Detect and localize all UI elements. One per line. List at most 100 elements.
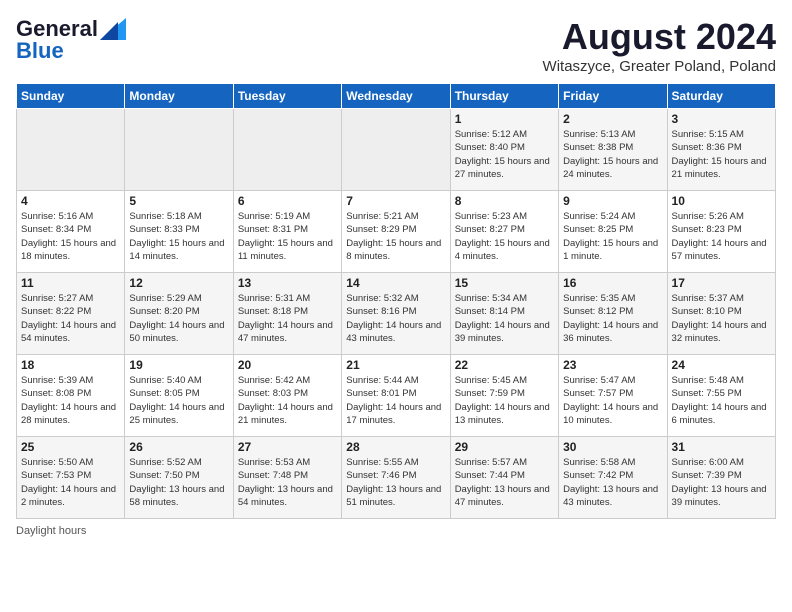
day-number: 2 [563, 112, 662, 126]
col-header-friday: Friday [559, 84, 667, 109]
day-number: 6 [238, 194, 337, 208]
day-info: Sunrise: 5:13 AM Sunset: 8:38 PM Dayligh… [563, 128, 662, 181]
calendar-cell: 16 Sunrise: 5:35 AM Sunset: 8:12 PM Dayli… [559, 273, 667, 355]
day-number: 10 [672, 194, 771, 208]
day-number: 14 [346, 276, 445, 290]
day-info: Sunrise: 5:23 AM Sunset: 8:27 PM Dayligh… [455, 210, 554, 263]
col-header-monday: Monday [125, 84, 233, 109]
day-number: 12 [129, 276, 228, 290]
logo: General Blue [16, 16, 126, 64]
day-info: Sunrise: 5:18 AM Sunset: 8:33 PM Dayligh… [129, 210, 228, 263]
calendar-cell: 21Sunrise: 5:44 AM Sunset: 8:01 PM Dayli… [342, 355, 450, 437]
footer-note: Daylight hours [16, 525, 776, 537]
logo-blue-text: Blue [16, 38, 64, 64]
day-number: 23 [563, 358, 662, 372]
day-info: Sunrise: 5:58 AM Sunset: 7:42 PM Dayligh… [563, 456, 662, 509]
calendar-cell: 19 Sunrise: 5:40 AM Sunset: 8:05 PM Dayli… [125, 355, 233, 437]
month-title: August 2024 [543, 16, 776, 58]
calendar-cell [233, 109, 341, 191]
calendar-week-2: 4 Sunrise: 5:16 AM Sunset: 8:34 PM Daylig… [17, 191, 776, 273]
calendar-cell [125, 109, 233, 191]
col-header-sunday: Sunday [17, 84, 125, 109]
day-info: Sunrise: 5:29 AM Sunset: 8:20 PM Dayligh… [129, 292, 228, 345]
day-info: Sunrise: 5:37 AM Sunset: 8:10 PM Dayligh… [672, 292, 771, 345]
day-number: 17 [672, 276, 771, 290]
day-info: Sunrise: 5:16 AM Sunset: 8:34 PM Dayligh… [21, 210, 120, 263]
calendar-cell: 3 Sunrise: 5:15 AM Sunset: 8:36 PM Daylig… [667, 109, 775, 191]
day-info: Sunrise: 5:32 AM Sunset: 8:16 PM Dayligh… [346, 292, 445, 345]
calendar-week-3: 11Sunrise: 5:27 AM Sunset: 8:22 PM Dayli… [17, 273, 776, 355]
day-number: 21 [346, 358, 445, 372]
day-number: 31 [672, 440, 771, 454]
day-number: 16 [563, 276, 662, 290]
day-number: 15 [455, 276, 554, 290]
day-number: 18 [21, 358, 120, 372]
day-info: Sunrise: 5:35 AM Sunset: 8:12 PM Dayligh… [563, 292, 662, 345]
day-info: Sunrise: 5:34 AM Sunset: 8:14 PM Dayligh… [455, 292, 554, 345]
day-info: Sunrise: 5:45 AM Sunset: 7:59 PM Dayligh… [455, 374, 554, 427]
day-number: 9 [563, 194, 662, 208]
day-info: Sunrise: 5:19 AM Sunset: 8:31 PM Dayligh… [238, 210, 337, 263]
calendar-cell: 25 Sunrise: 5:50 AM Sunset: 7:53 PM Dayli… [17, 437, 125, 519]
day-number: 22 [455, 358, 554, 372]
calendar-cell: 6 Sunrise: 5:19 AM Sunset: 8:31 PM Daylig… [233, 191, 341, 273]
col-header-wednesday: Wednesday [342, 84, 450, 109]
calendar-cell: 4 Sunrise: 5:16 AM Sunset: 8:34 PM Daylig… [17, 191, 125, 273]
day-info: Sunrise: 5:53 AM Sunset: 7:48 PM Dayligh… [238, 456, 337, 509]
day-info: Sunrise: 5:15 AM Sunset: 8:36 PM Dayligh… [672, 128, 771, 181]
day-info: Sunrise: 6:00 AM Sunset: 7:39 PM Dayligh… [672, 456, 771, 509]
calendar-cell: 14 Sunrise: 5:32 AM Sunset: 8:16 PM Dayli… [342, 273, 450, 355]
calendar-cell [342, 109, 450, 191]
day-number: 20 [238, 358, 337, 372]
calendar-cell: 5Sunrise: 5:18 AM Sunset: 8:33 PM Daylig… [125, 191, 233, 273]
day-number: 7 [346, 194, 445, 208]
day-number: 8 [455, 194, 554, 208]
day-number: 29 [455, 440, 554, 454]
day-number: 24 [672, 358, 771, 372]
calendar-cell: 20 Sunrise: 5:42 AM Sunset: 8:03 PM Dayli… [233, 355, 341, 437]
calendar-cell: 17 Sunrise: 5:37 AM Sunset: 8:10 PM Dayli… [667, 273, 775, 355]
calendar-table: SundayMondayTuesdayWednesdayThursdayFrid… [16, 83, 776, 519]
calendar-cell: 7Sunrise: 5:21 AM Sunset: 8:29 PM Daylig… [342, 191, 450, 273]
day-info: Sunrise: 5:48 AM Sunset: 7:55 PM Dayligh… [672, 374, 771, 427]
day-number: 1 [455, 112, 554, 126]
col-header-tuesday: Tuesday [233, 84, 341, 109]
day-number: 28 [346, 440, 445, 454]
day-number: 11 [21, 276, 120, 290]
day-info: Sunrise: 5:50 AM Sunset: 7:53 PM Dayligh… [21, 456, 120, 509]
logo-icon [100, 18, 126, 40]
calendar-week-5: 25 Sunrise: 5:50 AM Sunset: 7:53 PM Dayli… [17, 437, 776, 519]
day-info: Sunrise: 5:57 AM Sunset: 7:44 PM Dayligh… [455, 456, 554, 509]
calendar-cell [17, 109, 125, 191]
day-number: 25 [21, 440, 120, 454]
calendar-cell: 29 Sunrise: 5:57 AM Sunset: 7:44 PM Dayli… [450, 437, 558, 519]
calendar-cell: 8 Sunrise: 5:23 AM Sunset: 8:27 PM Daylig… [450, 191, 558, 273]
header-row: SundayMondayTuesdayWednesdayThursdayFrid… [17, 84, 776, 109]
day-number: 4 [21, 194, 120, 208]
day-info: Sunrise: 5:40 AM Sunset: 8:05 PM Dayligh… [129, 374, 228, 427]
col-header-thursday: Thursday [450, 84, 558, 109]
day-info: Sunrise: 5:55 AM Sunset: 7:46 PM Dayligh… [346, 456, 445, 509]
day-info: Sunrise: 5:42 AM Sunset: 8:03 PM Dayligh… [238, 374, 337, 427]
day-number: 27 [238, 440, 337, 454]
calendar-cell: 30 Sunrise: 5:58 AM Sunset: 7:42 PM Dayli… [559, 437, 667, 519]
calendar-cell: 15 Sunrise: 5:34 AM Sunset: 8:14 PM Dayli… [450, 273, 558, 355]
page-header: General Blue August 2024 Witaszyce, Grea… [16, 16, 776, 75]
day-info: Sunrise: 5:26 AM Sunset: 8:23 PM Dayligh… [672, 210, 771, 263]
calendar-cell: 1 Sunrise: 5:12 AM Sunset: 8:40 PM Daylig… [450, 109, 558, 191]
day-number: 30 [563, 440, 662, 454]
calendar-cell: 28 Sunrise: 5:55 AM Sunset: 7:46 PM Dayli… [342, 437, 450, 519]
calendar-cell: 31 Sunrise: 6:00 AM Sunset: 7:39 PM Dayli… [667, 437, 775, 519]
day-number: 3 [672, 112, 771, 126]
calendar-cell: 23 Sunrise: 5:47 AM Sunset: 7:57 PM Dayli… [559, 355, 667, 437]
day-number: 19 [129, 358, 228, 372]
footer-text: Daylight hours [16, 525, 86, 537]
day-info: Sunrise: 5:39 AM Sunset: 8:08 PM Dayligh… [21, 374, 120, 427]
day-info: Sunrise: 5:47 AM Sunset: 7:57 PM Dayligh… [563, 374, 662, 427]
calendar-cell: 12 Sunrise: 5:29 AM Sunset: 8:20 PM Dayli… [125, 273, 233, 355]
day-info: Sunrise: 5:52 AM Sunset: 7:50 PM Dayligh… [129, 456, 228, 509]
day-info: Sunrise: 5:31 AM Sunset: 8:18 PM Dayligh… [238, 292, 337, 345]
calendar-cell: 13Sunrise: 5:31 AM Sunset: 8:18 PM Dayli… [233, 273, 341, 355]
day-info: Sunrise: 5:12 AM Sunset: 8:40 PM Dayligh… [455, 128, 554, 181]
calendar-week-1: 1 Sunrise: 5:12 AM Sunset: 8:40 PM Daylig… [17, 109, 776, 191]
